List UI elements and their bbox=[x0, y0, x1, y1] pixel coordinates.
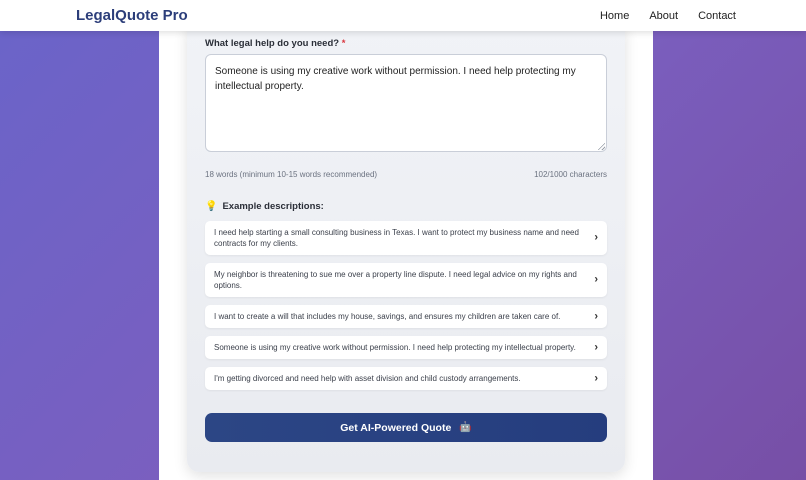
example-item[interactable]: I'm getting divorced and need help with … bbox=[205, 367, 607, 390]
examples-heading: 💡 Example descriptions: bbox=[205, 201, 324, 212]
example-item-text: I want to create a will that includes my… bbox=[214, 312, 561, 321]
example-item-text: Someone is using my creative work withou… bbox=[214, 343, 576, 352]
top-navbar: LegalQuote Pro Home About Contact bbox=[0, 0, 806, 31]
examples-heading-text: Example descriptions: bbox=[222, 201, 324, 212]
chevron-right-icon: › bbox=[594, 341, 598, 353]
nav-link-contact[interactable]: Contact bbox=[698, 10, 736, 22]
example-item-text: I need help starting a small consulting … bbox=[214, 228, 579, 248]
resize-handle-icon[interactable] bbox=[597, 142, 605, 150]
robot-icon: 🤖 bbox=[459, 422, 472, 433]
brand-logo[interactable]: LegalQuote Pro bbox=[76, 7, 188, 24]
get-quote-button-label: Get AI-Powered Quote bbox=[340, 421, 452, 434]
nav-links: Home About Contact bbox=[600, 10, 736, 22]
nav-link-about[interactable]: About bbox=[649, 10, 678, 22]
example-item[interactable]: I need help starting a small consulting … bbox=[205, 221, 607, 255]
word-count: 18 words (minimum 10-15 words recommende… bbox=[205, 170, 378, 179]
required-asterisk: * bbox=[341, 38, 346, 49]
chevron-right-icon: › bbox=[594, 372, 598, 384]
example-item[interactable]: My neighbor is threatening to sue me ove… bbox=[205, 263, 607, 297]
lightbulb-icon: 💡 bbox=[205, 201, 218, 212]
get-quote-button[interactable]: Get AI-Powered Quote 🤖 bbox=[205, 413, 607, 442]
nav-link-home[interactable]: Home bbox=[600, 10, 629, 22]
example-item-text: My neighbor is threatening to sue me ove… bbox=[214, 270, 577, 290]
example-item[interactable]: Someone is using my creative work withou… bbox=[205, 336, 607, 359]
legal-help-label-text: What legal help do you need? bbox=[205, 38, 340, 49]
character-count: 102/1000 characters bbox=[534, 170, 607, 179]
chevron-right-icon: › bbox=[594, 310, 598, 322]
example-item-text: I'm getting divorced and need help with … bbox=[214, 374, 521, 383]
example-item[interactable]: I want to create a will that includes my… bbox=[205, 305, 607, 328]
legal-help-label: What legal help do you need? * bbox=[205, 38, 345, 49]
legal-help-textarea[interactable]: Someone is using my creative work withou… bbox=[205, 54, 607, 152]
chevron-right-icon: › bbox=[594, 273, 598, 286]
chevron-right-icon: › bbox=[594, 231, 598, 244]
